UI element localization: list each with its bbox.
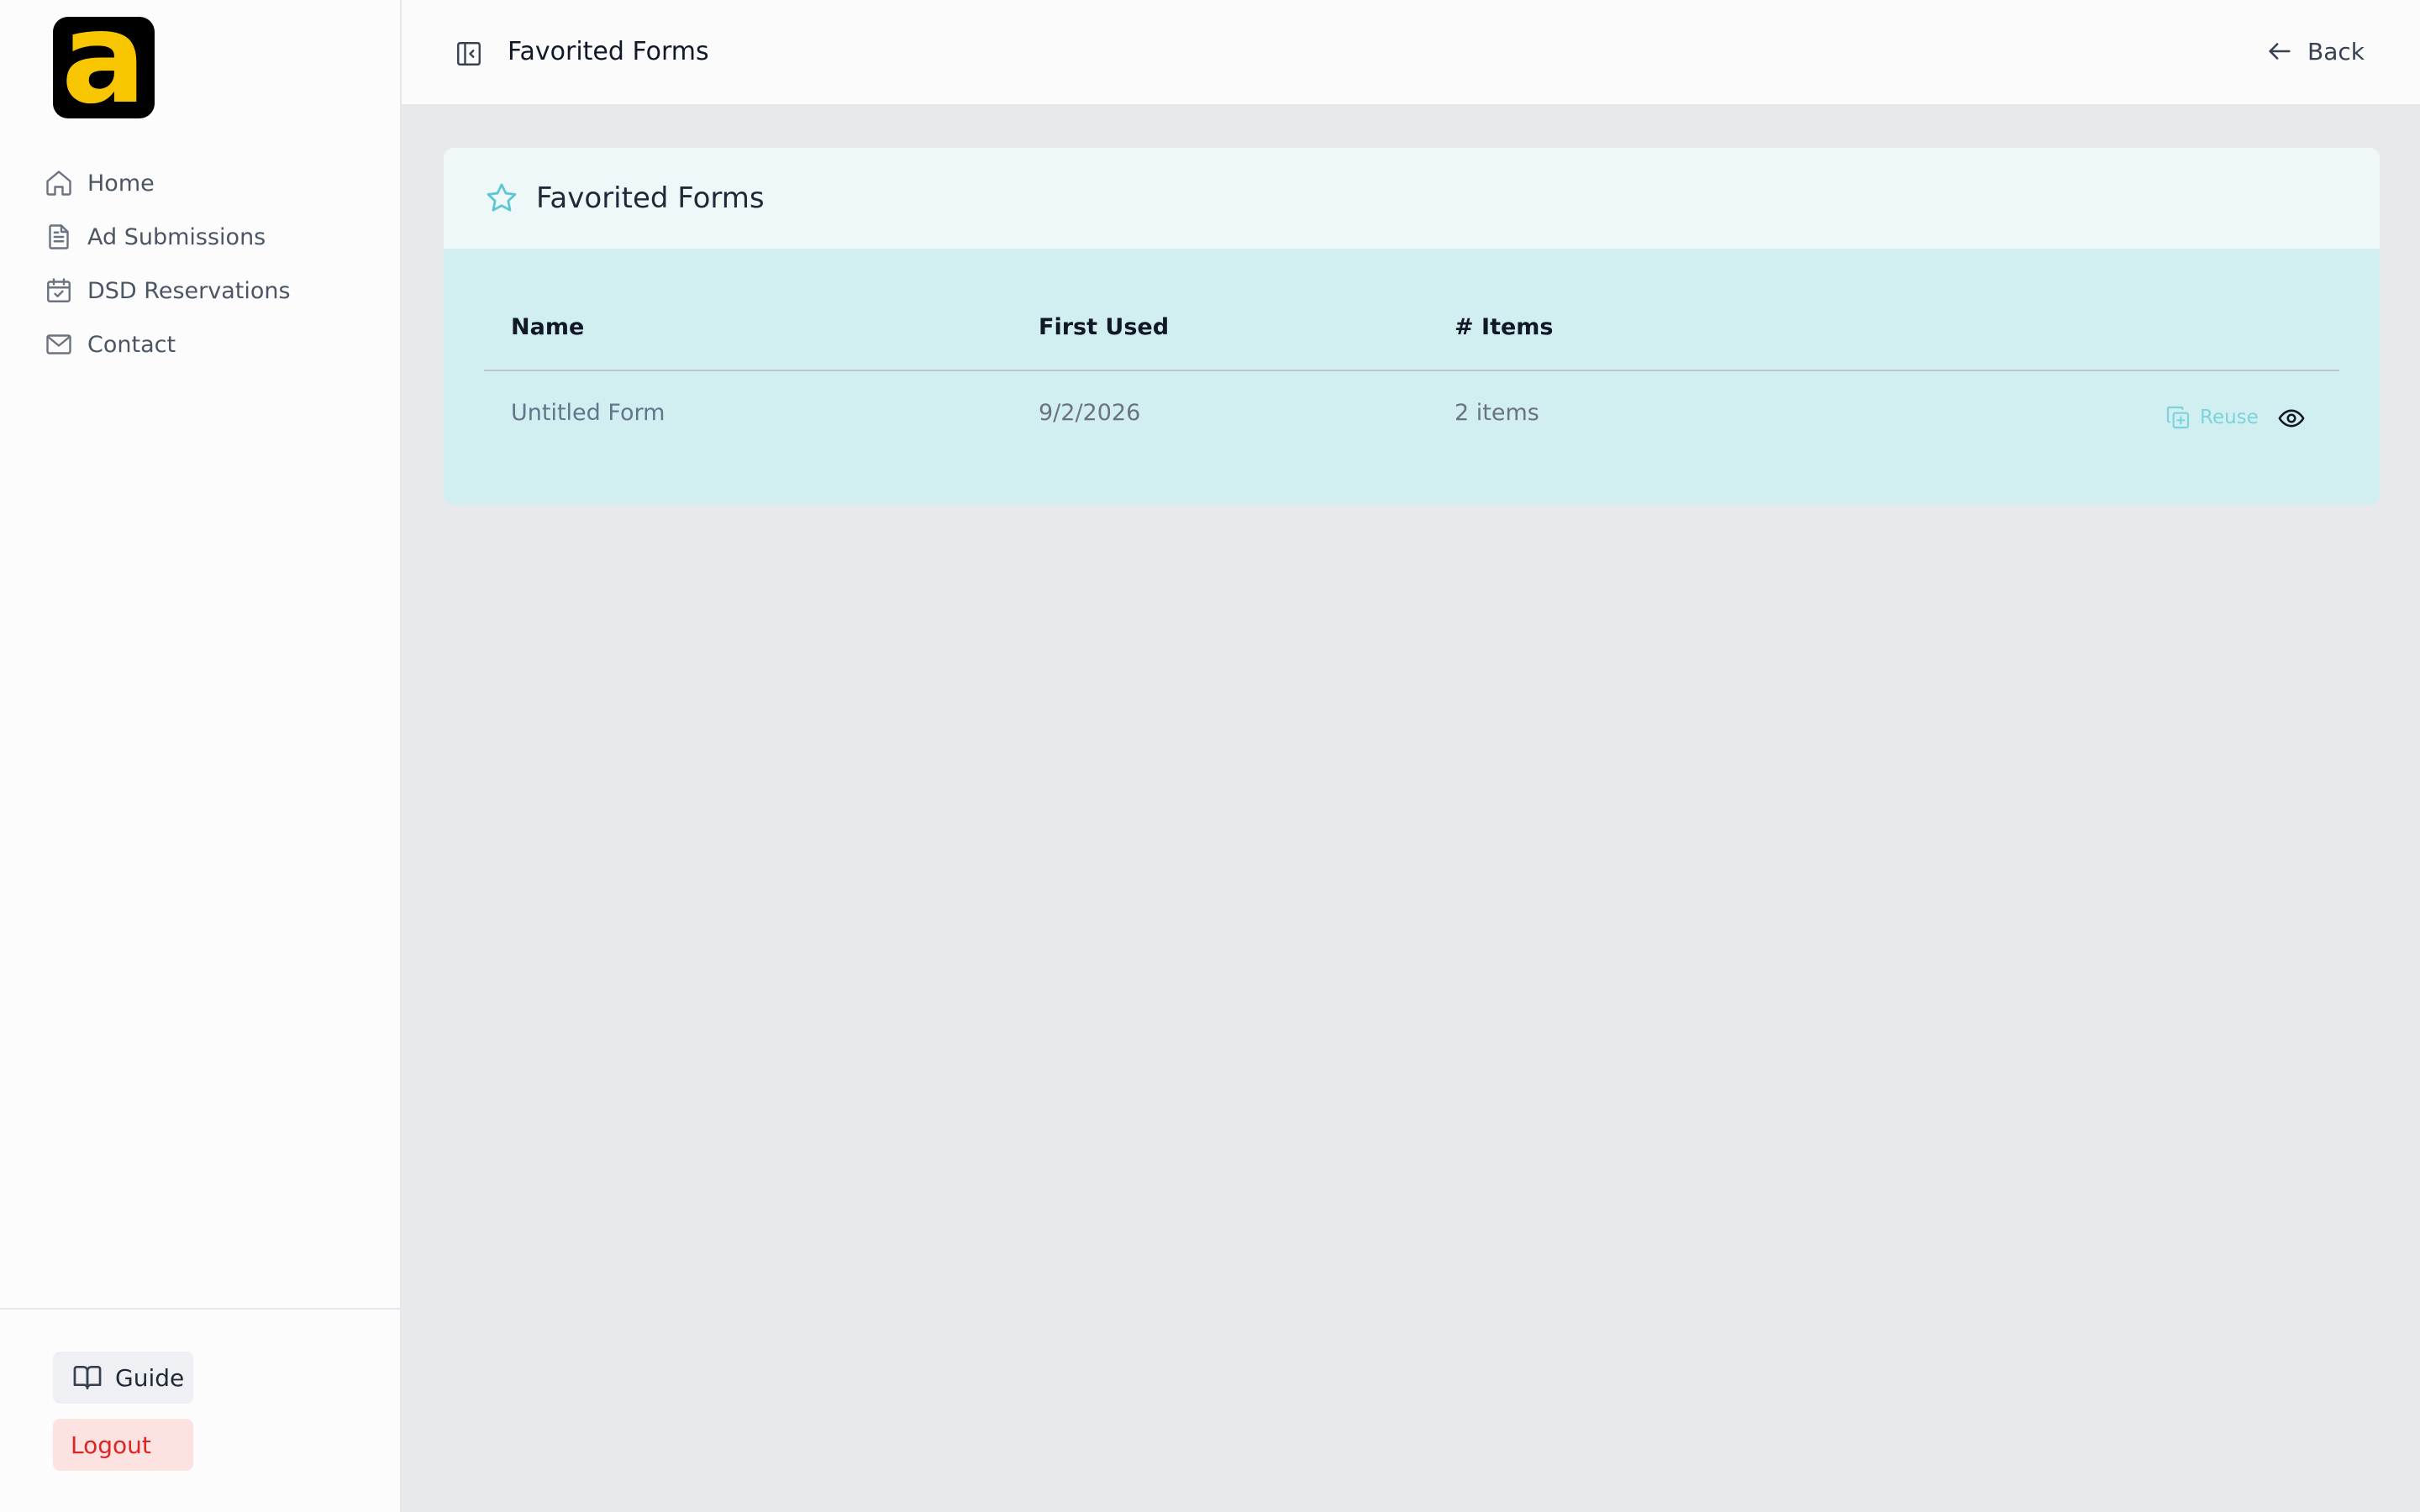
sidebar-item-label: Ad Submissions [87,223,266,250]
back-label: Back [2307,37,2365,66]
row-first-used: 9/2/2026 [1039,400,1141,426]
row-form-name: Untitled Form [511,400,666,426]
column-header-first-used[interactable]: First Used [1039,314,1169,340]
app-root: a Home Ad Submissions DSD Reservations C… [0,0,2420,1512]
table-row: Untitled Form 9/2/2026 2 items [484,371,2339,464]
sidebar-item-dsd-reservations[interactable]: DSD Reservations [44,264,291,318]
home-icon [46,171,71,196]
sidebar-item-contact[interactable]: Contact [44,318,291,371]
sidebar-item-label: Contact [87,331,176,358]
sidebar-nav: Home Ad Submissions DSD Reservations Con… [44,156,291,371]
logout-button[interactable]: Logout [53,1419,193,1471]
arrow-left-icon [2269,43,2291,60]
row-item-count: 2 items [1455,400,1539,426]
star-icon [487,183,517,212]
document-icon [49,224,69,249]
sidebar-footer: Guide Logout [0,1308,400,1512]
logout-label: Logout [71,1431,151,1459]
sidebar-item-label: DSD Reservations [87,277,291,304]
mail-icon [46,334,71,354]
favorited-forms-card: Favorited Forms Name First Used # Items … [444,148,2380,505]
calendar-check-icon [47,278,71,302]
eye-icon[interactable] [2277,404,2306,433]
guide-label: Guide [115,1363,185,1392]
column-header-items[interactable]: # Items [1455,314,1554,340]
copy-plus-icon [2166,406,2190,429]
logo-letter: a [60,17,147,118]
topbar: Favorited Forms Back [402,0,2420,106]
brand-logo[interactable]: a [53,17,155,118]
reuse-label: Reuse [2200,407,2259,428]
guide-button[interactable]: Guide [53,1352,193,1404]
card-title: Favorited Forms [536,181,765,215]
column-header-name[interactable]: Name [511,314,584,340]
sidebar-item-label: Home [87,170,155,197]
reuse-button[interactable]: Reuse [2165,404,2259,431]
sidebar-item-home[interactable]: Home [44,156,291,210]
sidebar-collapse-icon[interactable] [454,39,484,69]
card-header: Favorited Forms [444,148,2380,249]
book-open-icon [73,1365,102,1390]
favorited-forms-table: Name First Used # Items Untitled Form 9/… [484,297,2339,464]
table-header: Name First Used # Items [484,297,2339,371]
page-title: Favorited Forms [508,37,709,66]
back-button[interactable]: Back [2265,37,2365,66]
sidebar-item-ad-submissions[interactable]: Ad Submissions [44,210,291,264]
sidebar: a Home Ad Submissions DSD Reservations C… [0,0,402,1512]
